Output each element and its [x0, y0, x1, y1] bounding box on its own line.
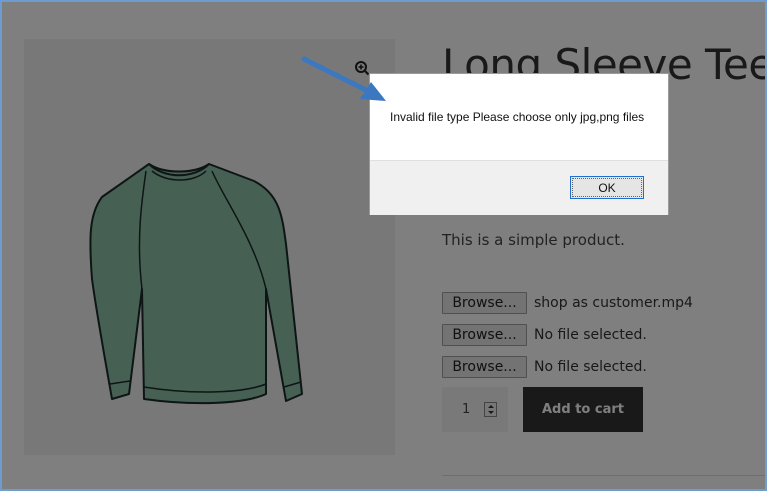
annotation-arrow-icon	[301, 56, 386, 101]
alert-message: Invalid file type Please choose only jpg…	[390, 110, 645, 124]
ok-button[interactable]: OK	[570, 176, 644, 199]
screenshot-frame: Long Sleeve Tee ! This is a simple produ…	[0, 0, 767, 491]
alert-dialog: Invalid file type Please choose only jpg…	[369, 73, 669, 215]
alert-footer: OK	[370, 160, 668, 215]
